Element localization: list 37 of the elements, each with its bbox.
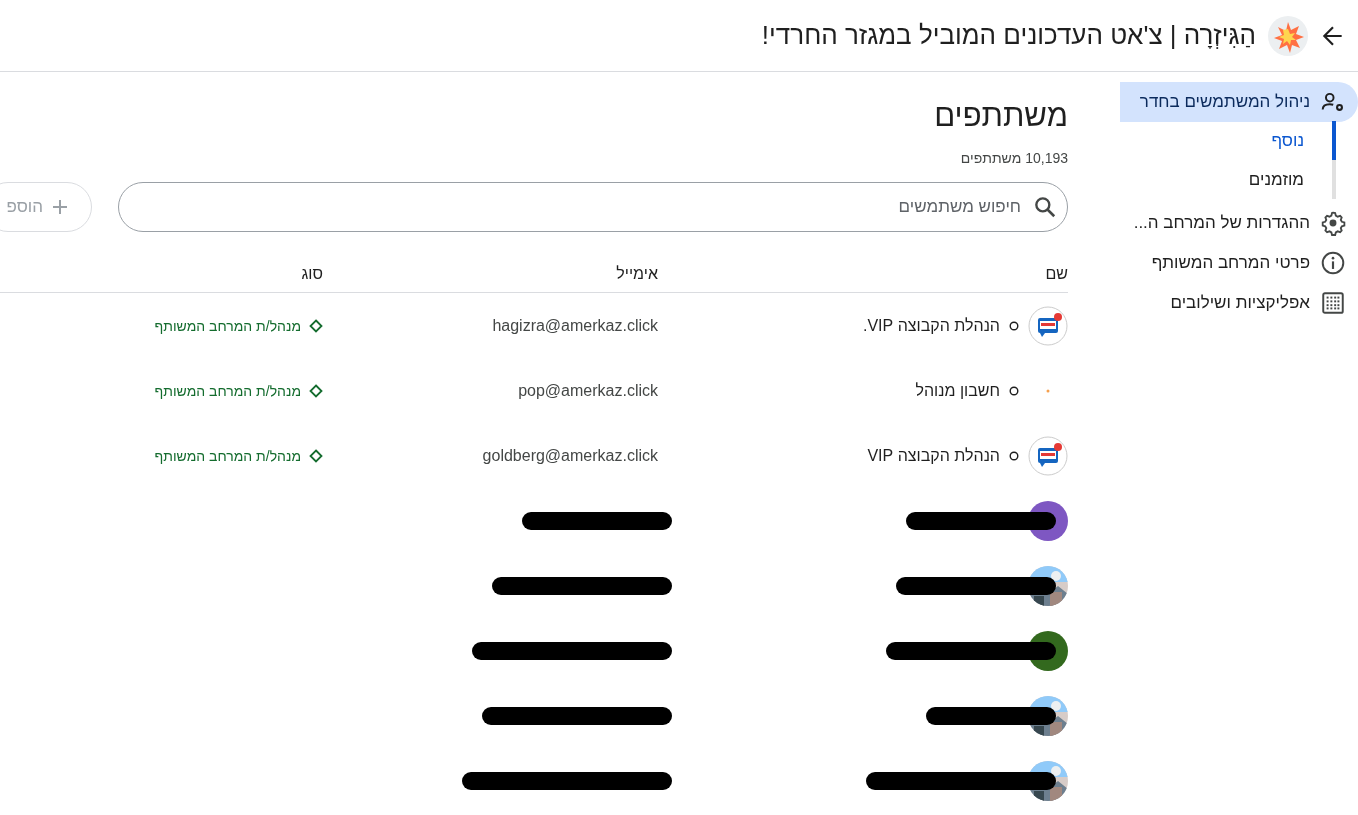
- search-field[interactable]: חיפוש משתמשים: [118, 182, 1068, 232]
- column-header: סוג: [301, 265, 323, 283]
- member-email: goldberg@amerkaz.click: [482, 446, 658, 465]
- grid-icon: [1320, 290, 1346, 316]
- sidebar-item[interactable]: ניהול המשתמשים בחדר: [1120, 82, 1358, 122]
- member-email: pop@amerkaz.click: [518, 381, 658, 400]
- page-title: משתתפים: [933, 98, 1068, 134]
- space-title: הַגִּיזְרָה | צ'אט העדכונים המוביל במגזר החרדי!: [761, 20, 1256, 51]
- member-role: מנהל/ת המרחב המשותף: [154, 317, 301, 334]
- member-name: חשבון מנוהל: [915, 381, 1000, 400]
- participant-count: 10,193 משתתפים: [959, 150, 1068, 166]
- member-role: מנהל/ת המרחב המשותף: [154, 447, 301, 464]
- status-circle-icon: [1008, 319, 1020, 332]
- sidebar-subitem[interactable]: נוסף: [1108, 121, 1336, 160]
- avatar-dot-icon: [1046, 388, 1050, 393]
- diamond-icon: [309, 318, 323, 333]
- logo-avatar: [1028, 435, 1068, 476]
- status-circle-icon: [1008, 384, 1020, 397]
- sidebar-item[interactable]: ההגדרות של המרחב ה...: [1120, 203, 1358, 243]
- search-icon: [1032, 194, 1058, 220]
- sidebar-item[interactable]: פרטי המרחב המשותף: [1120, 243, 1358, 283]
- diamond-icon: [309, 383, 323, 398]
- status-circle-icon: [1008, 449, 1020, 462]
- member-name: הנהלת הקבוצה VIP.: [862, 316, 1000, 335]
- info-icon: [1320, 250, 1346, 276]
- sidebar-subitem[interactable]: מוזמנים: [1108, 160, 1336, 199]
- plus-icon: [51, 198, 69, 216]
- column-header: שם: [1045, 265, 1068, 283]
- sidebar-item[interactable]: אפליקציות ושילובים: [1120, 283, 1358, 323]
- member-email: hagizra@amerkaz.click: [492, 316, 658, 335]
- logo-avatar: [1028, 305, 1068, 346]
- diamond-icon: [309, 448, 323, 463]
- burst-icon: [1268, 15, 1308, 56]
- member-name: הנהלת הקבוצה VIP: [867, 446, 1000, 465]
- column-header: אימייל: [616, 265, 658, 283]
- settings-icon: [1320, 210, 1346, 236]
- member-role: מנהל/ת המרחב המשותף: [154, 382, 301, 399]
